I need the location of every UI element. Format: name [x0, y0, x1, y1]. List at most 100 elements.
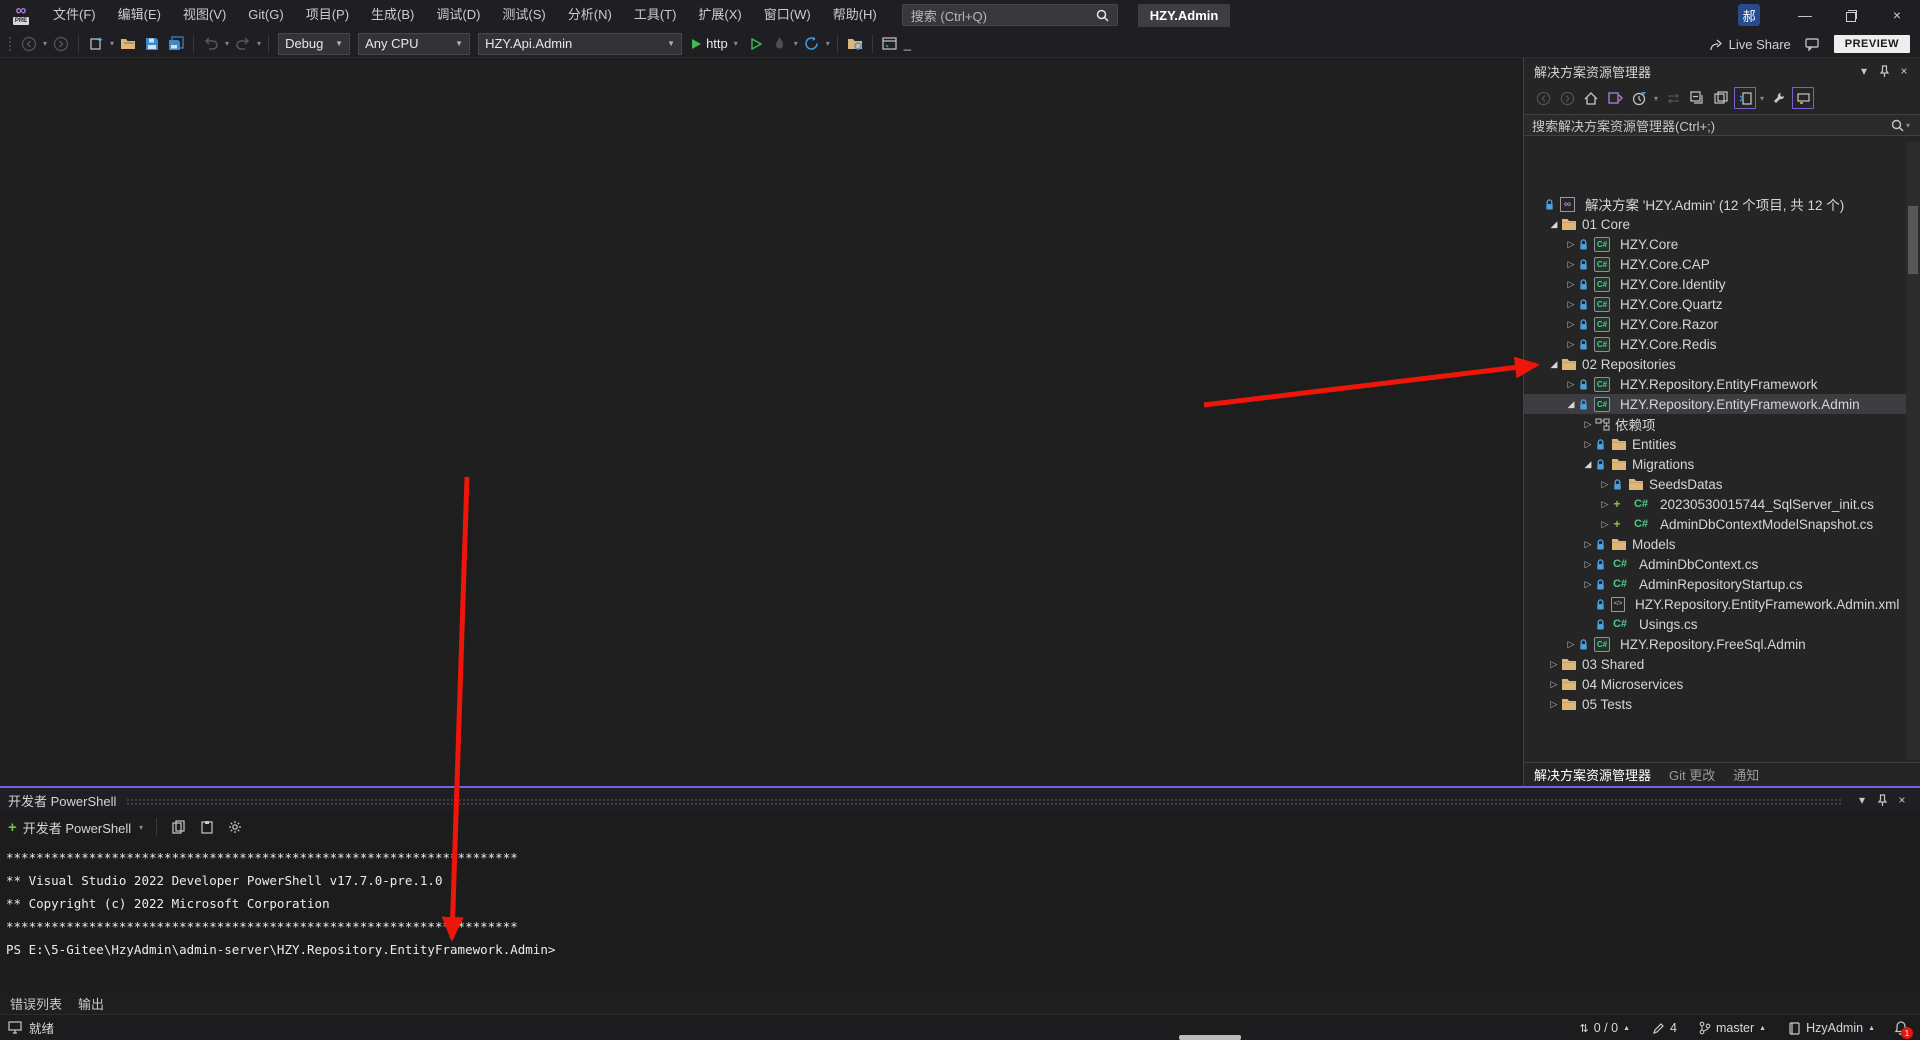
tree-item[interactable]: ▷03 Shared [1524, 654, 1906, 674]
pending-changes-filter-icon[interactable] [1628, 87, 1650, 109]
account-avatar[interactable]: 郝 [1738, 4, 1760, 26]
close-button[interactable]: × [1874, 0, 1920, 30]
refresh-caret-icon[interactable]: ▾ [826, 39, 830, 48]
tree-item[interactable]: ▷C#HZY.Core.CAP [1524, 254, 1906, 274]
search-options-caret-icon[interactable]: ▾ [1906, 121, 1910, 130]
tree-item-selected[interactable]: ◢C#HZY.Repository.EntityFramework.Admin [1524, 394, 1906, 414]
git-repository-status[interactable]: HzyAdmin ▲ [1779, 1015, 1884, 1040]
tree-item[interactable]: ▷SeedsDatas [1524, 474, 1906, 494]
sync-icon[interactable] [1662, 87, 1684, 109]
menu-item-5[interactable]: 生成(B) [360, 0, 425, 30]
undo-caret-icon[interactable]: ▾ [225, 39, 229, 48]
menu-item-9[interactable]: 工具(T) [623, 0, 688, 30]
chevron-collapsed-icon[interactable]: ▷ [1564, 259, 1578, 270]
quick-search-box[interactable]: 搜索 (Ctrl+Q) [902, 4, 1118, 26]
configuration-dropdown[interactable]: Debug▼ [278, 33, 350, 55]
chevron-collapsed-icon[interactable]: ▷ [1547, 699, 1561, 710]
tree-item[interactable]: ▷+C#20230530015744_SqlServer_init.cs [1524, 494, 1906, 514]
chevron-collapsed-icon[interactable]: ▷ [1547, 679, 1561, 690]
chevron-collapsed-icon[interactable]: ▷ [1581, 559, 1595, 570]
solution-explorer-search-box[interactable]: 搜索解决方案资源管理器(Ctrl+;) ▾ [1524, 114, 1920, 136]
start-debugging-button[interactable]: http ▾ [690, 36, 740, 51]
navigate-forward-icon[interactable] [50, 33, 72, 55]
solution-explorer-header[interactable]: 解决方案资源管理器 ▾ × [1524, 58, 1920, 84]
open-folder-icon[interactable] [117, 33, 139, 55]
sync-caret-icon[interactable]: ▾ [1760, 94, 1764, 103]
window-position-caret-icon[interactable]: ▾ [1854, 61, 1874, 81]
pin-icon[interactable] [1874, 61, 1894, 81]
run-profile-caret-icon[interactable]: ▾ [734, 39, 738, 48]
tree-item[interactable]: ▷C#HZY.Core.Razor [1524, 314, 1906, 334]
terminal-header[interactable]: 开发者 PowerShell ▾ × [0, 788, 1920, 812]
menu-item-11[interactable]: 窗口(W) [753, 0, 822, 30]
chevron-collapsed-icon[interactable]: ▷ [1598, 519, 1612, 530]
terminal-profile-label[interactable]: 开发者 PowerShell [23, 818, 131, 837]
tree-item[interactable]: ▷C#AdminDbContext.cs [1524, 554, 1906, 574]
paste-icon[interactable] [196, 816, 218, 838]
navigate-back-icon[interactable] [18, 33, 40, 55]
chevron-expanded-icon[interactable]: ◢ [1547, 219, 1561, 230]
chevron-collapsed-icon[interactable]: ▷ [1581, 419, 1595, 430]
git-sync-status[interactable]: ⇅ 0 / 0 ▲ [1571, 1015, 1639, 1040]
feedback-icon[interactable] [1805, 37, 1820, 51]
notifications-button[interactable]: 1 [1888, 1015, 1914, 1040]
tree-item[interactable]: ▷04 Microservices [1524, 674, 1906, 694]
tree-item[interactable]: ▷Entities [1524, 434, 1906, 454]
chevron-collapsed-icon[interactable]: ▷ [1564, 639, 1578, 650]
chevron-collapsed-icon[interactable]: ▷ [1547, 659, 1561, 670]
sync-with-active-document-icon[interactable] [1734, 87, 1756, 109]
chevron-expanded-icon[interactable]: ◢ [1547, 359, 1561, 370]
explorer-scrollbar[interactable] [1906, 142, 1920, 760]
properties-icon[interactable] [1710, 87, 1732, 109]
tree-item[interactable]: ▷+C#AdminDbContextModelSnapshot.cs [1524, 514, 1906, 534]
chevron-collapsed-icon[interactable]: ▷ [1598, 479, 1612, 490]
switch-views-icon[interactable] [1604, 87, 1626, 109]
chevron-expanded-icon[interactable]: ◢ [1581, 459, 1595, 470]
tree-item[interactable]: ◢02 Repositories [1524, 354, 1906, 374]
new-file-caret-icon[interactable]: ▾ [110, 39, 114, 48]
menu-item-10[interactable]: 扩展(X) [687, 0, 752, 30]
tree-item[interactable]: ▷Models [1524, 534, 1906, 554]
menu-item-3[interactable]: Git(G) [237, 0, 294, 30]
restore-button[interactable] [1828, 0, 1874, 30]
terminal-pin-icon[interactable] [1872, 790, 1892, 810]
home-icon[interactable] [1580, 87, 1602, 109]
toolbar-grip[interactable] [8, 36, 12, 52]
collapse-all-icon[interactable] [1686, 87, 1708, 109]
chevron-collapsed-icon[interactable]: ▷ [1564, 319, 1578, 330]
menu-item-12[interactable]: 帮助(H) [822, 0, 888, 30]
chevron-collapsed-icon[interactable]: ▷ [1564, 339, 1578, 350]
platform-dropdown[interactable]: Any CPU▼ [358, 33, 470, 55]
tree-item[interactable]: ▷C#HZY.Core [1524, 234, 1906, 254]
menu-item-8[interactable]: 分析(N) [557, 0, 623, 30]
preview-feature-badge[interactable]: PREVIEW [1834, 35, 1910, 53]
start-without-debugging-icon[interactable] [745, 33, 767, 55]
menu-item-2[interactable]: 视图(V) [172, 0, 237, 30]
tree-item[interactable]: C#Usings.cs [1524, 614, 1906, 634]
menu-item-4[interactable]: 项目(P) [295, 0, 360, 30]
chevron-collapsed-icon[interactable]: ▷ [1581, 439, 1595, 450]
terminal-profile-caret-icon[interactable]: ▾ [139, 823, 143, 832]
menu-item-6[interactable]: 调试(D) [425, 0, 491, 30]
scrollbar-thumb[interactable] [1908, 206, 1918, 274]
save-icon[interactable] [141, 33, 163, 55]
tab-error-list[interactable]: 错误列表 [10, 994, 62, 1013]
navigate-back-caret-icon[interactable]: ▾ [43, 39, 47, 48]
menu-item-0[interactable]: 文件(F) [42, 0, 107, 30]
tree-item[interactable]: ◢Migrations [1524, 454, 1906, 474]
menu-item-7[interactable]: 测试(S) [491, 0, 556, 30]
explorer-back-icon[interactable] [1532, 87, 1554, 109]
wrench-icon[interactable] [1768, 87, 1790, 109]
tree-item[interactable]: ▷05 Tests [1524, 694, 1906, 714]
tree-item[interactable]: ▷依赖项 [1524, 414, 1906, 434]
terminal-caret-icon[interactable]: ▾ [1852, 790, 1872, 810]
live-share-button[interactable]: Live Share [1709, 37, 1791, 52]
find-in-files-icon[interactable] [844, 33, 866, 55]
redo-caret-icon[interactable]: ▾ [257, 39, 261, 48]
tab-output[interactable]: 输出 [78, 994, 104, 1013]
refresh-icon[interactable] [801, 33, 823, 55]
tree-item[interactable]: ▷C#HZY.Core.Redis [1524, 334, 1906, 354]
new-file-icon[interactable] [85, 33, 107, 55]
terminal-close-icon[interactable]: × [1892, 790, 1912, 810]
chevron-collapsed-icon[interactable]: ▷ [1564, 379, 1578, 390]
